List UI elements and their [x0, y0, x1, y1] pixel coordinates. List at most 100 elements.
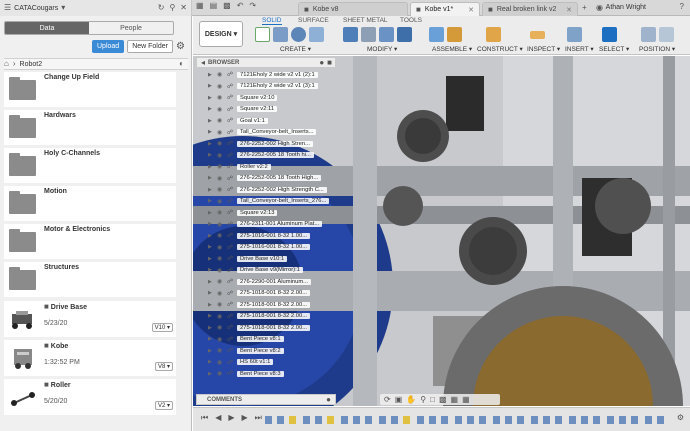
- upload-button[interactable]: Upload: [92, 40, 125, 53]
- step-forward-icon[interactable]: ▶: [242, 414, 248, 422]
- browser-tree-row[interactable]: ▶ ◉ ☍ 275-1018-001 8-32 2.00...: [208, 288, 338, 300]
- browser-tree-row[interactable]: ▶ ◉ ☍ 7121Eholy 2 wide v2 v1 (2):1: [208, 69, 338, 81]
- design-item[interactable]: ■ Kobe 1:32:52 PM V8 ▾: [4, 340, 176, 376]
- expand-icon[interactable]: ▶: [208, 129, 214, 135]
- redo-icon[interactable]: ↷: [249, 2, 256, 10]
- visibility-eye-icon[interactable]: ◉: [217, 117, 224, 124]
- panel-toggle-icon[interactable]: ■: [327, 58, 332, 67]
- expand-icon[interactable]: ▶: [208, 279, 214, 285]
- create-sketch-icon[interactable]: [255, 27, 270, 42]
- expand-icon[interactable]: ▶: [208, 233, 214, 239]
- insert-image-icon[interactable]: [567, 27, 582, 42]
- expand-icon[interactable]: ▶: [208, 221, 214, 227]
- visibility-eye-icon[interactable]: ◉: [217, 152, 224, 159]
- team-name[interactable]: CATACougars: [14, 5, 58, 12]
- close-icon[interactable]: ✕: [180, 4, 187, 12]
- help-icon[interactable]: ?: [680, 3, 684, 11]
- browser-tree-row[interactable]: ▶ ◉ ☍ Square v2:10: [208, 92, 338, 104]
- tab-real-broken-link[interactable]: ■ Real broken link v2 ✕: [482, 2, 578, 16]
- expand-icon[interactable]: ▶: [208, 95, 214, 101]
- browser-tree-row[interactable]: ▶ ◉ ☍ Bent Piece v8:3: [208, 368, 338, 380]
- pan-icon[interactable]: ✋: [406, 395, 416, 404]
- tab-kobe-v8[interactable]: ■ Kobe v8: [298, 2, 408, 16]
- select-cursor-icon[interactable]: [602, 27, 617, 42]
- group-construct[interactable]: CONSTRUCT ▾: [477, 45, 523, 53]
- offset-plane-icon[interactable]: [486, 27, 501, 42]
- job-status-icon[interactable]: ◉: [596, 4, 603, 12]
- close-tab-icon[interactable]: ✕: [468, 6, 474, 14]
- collapse-icon[interactable]: ◂: [201, 58, 205, 67]
- visibility-eye-icon[interactable]: ◉: [217, 106, 224, 113]
- visibility-eye-icon[interactable]: ◉: [217, 244, 224, 251]
- visibility-eye-icon[interactable]: ◉: [217, 221, 224, 228]
- joint-icon[interactable]: [447, 27, 462, 42]
- browser-panel-header[interactable]: ◂ BROWSER ● ■: [196, 57, 336, 68]
- expand-icon[interactable]: ▶: [208, 141, 214, 147]
- visibility-eye-icon[interactable]: ◉: [217, 186, 224, 193]
- refresh-icon[interactable]: ↻: [158, 4, 165, 12]
- design-item[interactable]: ■ Drive Base 5/23/20 V10 ▾: [4, 301, 176, 337]
- box-icon[interactable]: [309, 27, 324, 42]
- folder-item[interactable]: Hardwars: [4, 110, 176, 145]
- chevron-down-icon[interactable]: ▾: [61, 4, 65, 12]
- group-modify[interactable]: MODIFY ▾: [367, 45, 397, 53]
- expand-icon[interactable]: ▶: [208, 175, 214, 181]
- visibility-eye-icon[interactable]: ◉: [217, 336, 224, 343]
- tab-solid[interactable]: SOLID: [262, 17, 282, 25]
- extrude-icon[interactable]: [273, 27, 288, 42]
- visibility-eye-icon[interactable]: ◉: [217, 347, 224, 354]
- visibility-eye-icon[interactable]: ◉: [217, 71, 224, 78]
- visibility-eye-icon[interactable]: ◉: [217, 255, 224, 262]
- visibility-eye-icon[interactable]: ◉: [217, 163, 224, 170]
- visibility-eye-icon[interactable]: ◉: [217, 140, 224, 147]
- expand-icon[interactable]: ▶: [208, 106, 214, 112]
- browser-tree-row[interactable]: ▶ ◉ ☍ 276-2252-002 High Stren...: [208, 138, 338, 150]
- browser-tree-row[interactable]: ▶ ◉ ☍ Square v2:11: [208, 104, 338, 116]
- visibility-eye-icon[interactable]: ◉: [217, 94, 224, 101]
- chamfer-icon[interactable]: [379, 27, 394, 42]
- expand-icon[interactable]: ▶: [208, 198, 214, 204]
- expand-icon[interactable]: ▶: [208, 313, 214, 319]
- folder-item[interactable]: Change Up Field: [4, 72, 176, 107]
- group-position[interactable]: POSITION ▾: [639, 45, 675, 53]
- browser-tree-row[interactable]: ▶ ◉ ☍ Drive Base v10:1: [208, 253, 338, 265]
- browser-tree-row[interactable]: ▶ ◉ ☍ Goal v1:1: [208, 115, 338, 127]
- home-icon[interactable]: ⌂: [4, 60, 9, 68]
- tab-sheet-metal[interactable]: SHEET METAL: [343, 17, 388, 24]
- fillet-icon[interactable]: [361, 27, 376, 42]
- visibility-eye-icon[interactable]: ◉: [217, 278, 224, 285]
- visibility-eye-icon[interactable]: ◉: [217, 209, 224, 216]
- browser-tree-row[interactable]: ▶ ◉ ☍ 275-1016-001 8-32 1.00...: [208, 230, 338, 242]
- browser-tree-row[interactable]: ▶ ◉ ☍ 276-2252-005 18 Tooth hi...: [208, 150, 338, 162]
- browser-tree-row[interactable]: ▶ ◉ ☍ 7121Eholy 2 wide v2 v1 (3):1: [208, 81, 338, 93]
- expand-icon[interactable]: ▶: [208, 336, 214, 342]
- expand-icon[interactable]: ▶: [208, 267, 214, 273]
- visibility-eye-icon[interactable]: ◉: [217, 232, 224, 239]
- expand-icon[interactable]: ▶: [208, 164, 214, 170]
- visibility-eye-icon[interactable]: ◉: [217, 359, 224, 366]
- timeline-markers[interactable]: [263, 414, 668, 426]
- browser-tree-row[interactable]: ▶ ◉ ☍ 275-1018-001 8-32 2.00...: [208, 322, 338, 334]
- group-assemble[interactable]: ASSEMBLE ▾: [432, 45, 472, 53]
- press-pull-icon[interactable]: [343, 27, 358, 42]
- browser-tree-row[interactable]: ▶ ◉ ☍ 276-2252-005 18 Tooth High...: [208, 173, 338, 185]
- browser-tree-row[interactable]: ▶ ◉ ☍ Roller v2:2: [208, 161, 338, 173]
- visibility-eye-icon[interactable]: ◉: [217, 198, 224, 205]
- expand-icon[interactable]: ▶: [208, 359, 214, 365]
- version-select[interactable]: V10 ▾: [151, 323, 173, 332]
- expand-icon[interactable]: ▶: [208, 210, 214, 216]
- play-icon[interactable]: ▶: [228, 414, 234, 422]
- tab-data[interactable]: Data: [5, 22, 89, 34]
- browser-tree-row[interactable]: ▶ ◉ ☍ HS 60t v1:1: [208, 357, 338, 369]
- go-to-start-icon[interactable]: ⏮: [201, 414, 208, 422]
- visibility-eye-icon[interactable]: ◉: [217, 290, 224, 297]
- search-icon[interactable]: ⚲: [169, 4, 175, 12]
- display-settings-icon[interactable]: ▩: [439, 395, 447, 404]
- browser-tree-row[interactable]: ▶ ◉ ☍ Square v2:13: [208, 207, 338, 219]
- expand-icon[interactable]: ▶: [208, 244, 214, 250]
- breadcrumb-current[interactable]: Robot2: [20, 61, 43, 68]
- version-select[interactable]: V8 ▾: [154, 362, 173, 371]
- save-icon[interactable]: ▩: [223, 2, 231, 10]
- expand-icon[interactable]: ▶: [208, 83, 214, 89]
- look-at-icon[interactable]: ▣: [395, 395, 403, 404]
